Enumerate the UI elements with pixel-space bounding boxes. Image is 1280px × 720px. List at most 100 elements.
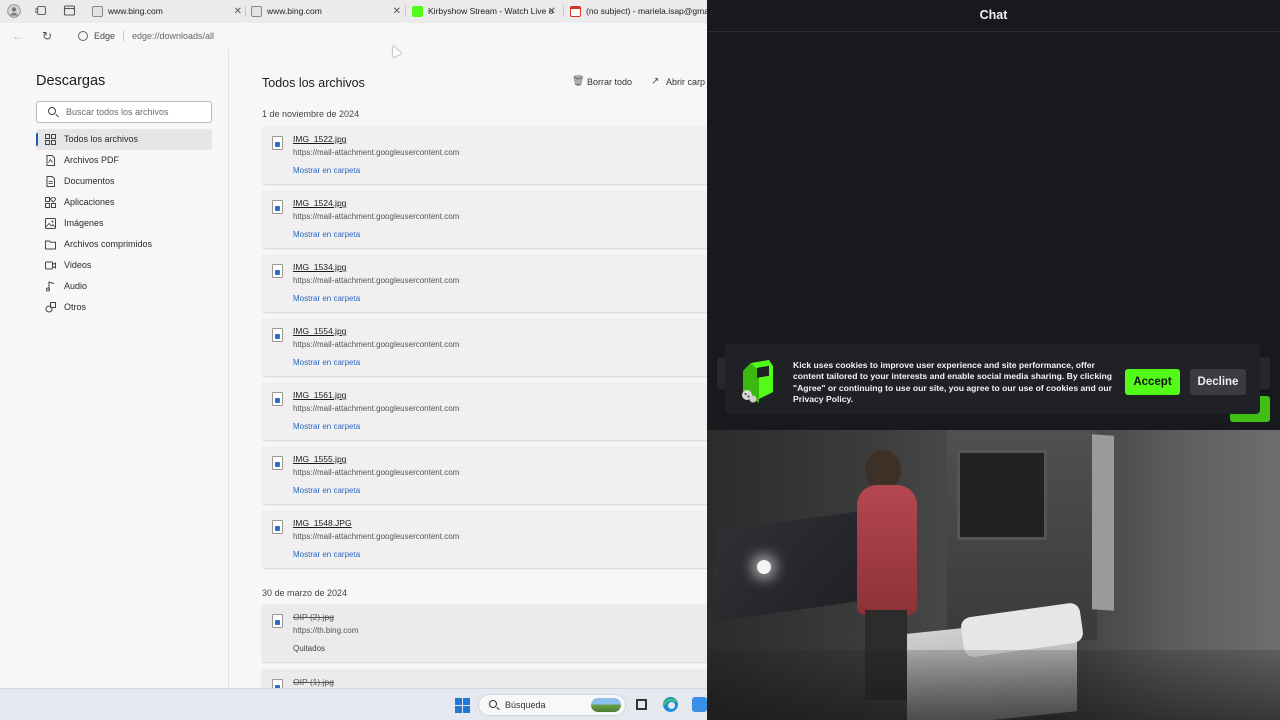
sidebar-item-label: Videos	[64, 260, 92, 270]
tab-title: (no subject) - mariela.isap@gmail	[586, 6, 707, 16]
tab-separator	[405, 5, 406, 17]
sidebar-item-images[interactable]: Imágenes	[36, 213, 212, 234]
tab-bing-1[interactable]: www.bing.com ✕	[88, 1, 244, 22]
download-item-removed[interactable]: OIP (1).jpg	[262, 669, 707, 688]
file-name-link[interactable]: IMG_1548.JPG	[293, 518, 352, 528]
sidebar-item-pdf[interactable]: Archivos PDF	[36, 150, 212, 171]
desktop: www.bing.com ✕ www.bing.com ✕ Kirbyshow …	[0, 0, 1280, 720]
show-in-folder-link[interactable]: Mostrar en carpeta	[293, 486, 360, 495]
sidebar-item-label: Todos los archivos	[64, 134, 139, 144]
tab-kick-stream[interactable]: Kirbyshow Stream - Watch Live o ✕	[408, 1, 558, 22]
sidebar-item-others[interactable]: Otros	[36, 297, 212, 318]
tab-actions-icon[interactable]	[61, 4, 77, 20]
show-in-folder-link[interactable]: Mostrar en carpeta	[293, 422, 360, 431]
tab-bing-2[interactable]: www.bing.com ✕	[247, 1, 403, 22]
download-item[interactable]: IMG_1554.jpg https://mail-attachment.goo…	[262, 318, 707, 376]
sidebar-item-archives[interactable]: Archivos comprimidos	[36, 234, 212, 255]
show-in-folder-link[interactable]: Mostrar en carpeta	[293, 358, 360, 367]
clear-all-button[interactable]: 🗑 Borrar todo	[572, 76, 633, 87]
image-file-icon	[272, 264, 283, 278]
workspaces-icon[interactable]	[33, 4, 49, 20]
file-source-url: https://th.bing.com	[293, 626, 359, 635]
downloads-sidebar: Descargas Buscar todos los archivos Todo…	[0, 49, 229, 688]
windows-start-icon[interactable]	[455, 698, 470, 713]
address-bar-row: ← ↻ Edge edge://downloads/all	[0, 23, 707, 49]
document-icon	[45, 176, 56, 187]
show-in-folder-link[interactable]: Mostrar en carpeta	[293, 230, 360, 239]
search-input[interactable]: Buscar todos los archivos	[36, 101, 212, 123]
download-item[interactable]: IMG_1522.jpg https://mail-attachment.goo…	[262, 126, 707, 184]
file-name-link[interactable]: IMG_1522.jpg	[293, 134, 346, 144]
image-file-icon	[272, 200, 283, 214]
clear-all-label: Borrar todo	[587, 77, 633, 87]
image-file-icon	[272, 392, 283, 406]
download-item[interactable]: IMG_1561.jpg https://mail-attachment.goo…	[262, 382, 707, 440]
tab-title: www.bing.com	[267, 6, 322, 16]
taskbar-search[interactable]: Búsqueda	[478, 694, 626, 716]
download-item[interactable]: IMG_1548.JPG https://mail-attachment.goo…	[262, 510, 707, 568]
show-in-folder-link[interactable]: Mostrar en carpeta	[293, 166, 360, 175]
bing-favicon-icon	[251, 6, 262, 17]
taskbar-search-label: Búsqueda	[505, 700, 546, 710]
accept-cookies-button[interactable]: Accept	[1125, 369, 1180, 395]
chat-divider	[707, 31, 1280, 32]
decline-cookies-button[interactable]: Decline	[1190, 369, 1246, 395]
download-item[interactable]: IMG_1524.jpg https://mail-attachment.goo…	[262, 190, 707, 248]
open-folder-button[interactable]: ↗ Abrir carp	[651, 76, 706, 87]
file-name-link[interactable]: IMG_1561.jpg	[293, 390, 346, 400]
video-scene-door	[1092, 434, 1114, 611]
stream-video-player[interactable]	[707, 430, 1280, 720]
download-item[interactable]: IMG_1534.jpg https://mail-attachment.goo…	[262, 254, 707, 312]
sidebar-item-label: Archivos PDF	[64, 155, 120, 165]
sidebar-item-label: Imágenes	[64, 218, 104, 228]
image-file-icon	[272, 328, 283, 342]
video-scene-floor	[707, 650, 1280, 720]
url-text: edge://downloads/all	[132, 31, 215, 41]
download-item-removed[interactable]: OIP (2).jpg https://th.bing.com Quitados	[262, 604, 707, 662]
download-item[interactable]: IMG_1555.jpg https://mail-attachment.goo…	[262, 446, 707, 504]
file-name-link[interactable]: IMG_1534.jpg	[293, 262, 346, 272]
show-in-folder-link[interactable]: Mostrar en carpeta	[293, 294, 360, 303]
tab-title: Kirbyshow Stream - Watch Live o	[428, 6, 554, 16]
video-scene-doorway	[957, 450, 1047, 540]
file-name-link[interactable]: IMG_1555.jpg	[293, 454, 346, 464]
image-file-icon	[272, 679, 283, 688]
page-title: Todos los archivos	[262, 76, 365, 90]
grid-icon	[45, 134, 56, 145]
sidebar-item-videos[interactable]: Videos	[36, 255, 212, 276]
file-source-url: https://mail-attachment.googleuserconten…	[293, 276, 460, 285]
file-name: OIP (1).jpg	[293, 677, 334, 687]
refresh-icon[interactable]: ↻	[38, 27, 56, 45]
sidebar-item-label: Documentos	[64, 176, 115, 186]
file-name-link[interactable]: IMG_1524.jpg	[293, 198, 346, 208]
sidebar-item-documents[interactable]: Documentos	[36, 171, 212, 192]
file-source-url: https://mail-attachment.googleuserconten…	[293, 532, 460, 541]
shapes-icon	[45, 302, 56, 313]
profile-icon[interactable]	[6, 4, 22, 20]
sidebar-item-audio[interactable]: Audio	[36, 276, 212, 297]
edge-taskbar-icon[interactable]	[662, 696, 679, 713]
address-bar[interactable]: Edge edge://downloads/all	[67, 26, 707, 46]
tab-gmail[interactable]: (no subject) - mariela.isap@gmail	[566, 1, 707, 22]
music-icon	[45, 281, 56, 292]
archive-icon	[45, 239, 56, 250]
sidebar-item-all-files[interactable]: Todos los archivos	[36, 129, 212, 150]
sidebar-item-label: Otros	[64, 302, 87, 312]
open-folder-label: Abrir carp	[666, 77, 706, 87]
file-name: OIP (2).jpg	[293, 612, 334, 622]
sidebar-item-label: Audio	[64, 281, 88, 291]
kick-stream-window: Chat Kick uses cookies to improve user e…	[707, 0, 1280, 430]
close-tab-icon[interactable]: ✕	[393, 1, 401, 22]
back-arrow-icon[interactable]: ←	[9, 27, 27, 45]
tab-separator	[245, 5, 246, 17]
show-in-folder-link[interactable]: Mostrar en carpeta	[293, 550, 360, 559]
close-tab-icon[interactable]: ✕	[548, 1, 556, 22]
file-name-link[interactable]: IMG_1554.jpg	[293, 326, 346, 336]
gmail-favicon-icon	[570, 6, 581, 17]
close-tab-icon[interactable]: ✕	[234, 1, 242, 22]
task-view-icon[interactable]	[633, 696, 650, 713]
image-file-icon	[272, 614, 283, 628]
edge-site-icon	[78, 31, 88, 41]
windows-taskbar: Búsqueda	[0, 688, 707, 720]
sidebar-item-applications[interactable]: Aplicaciones	[36, 192, 212, 213]
